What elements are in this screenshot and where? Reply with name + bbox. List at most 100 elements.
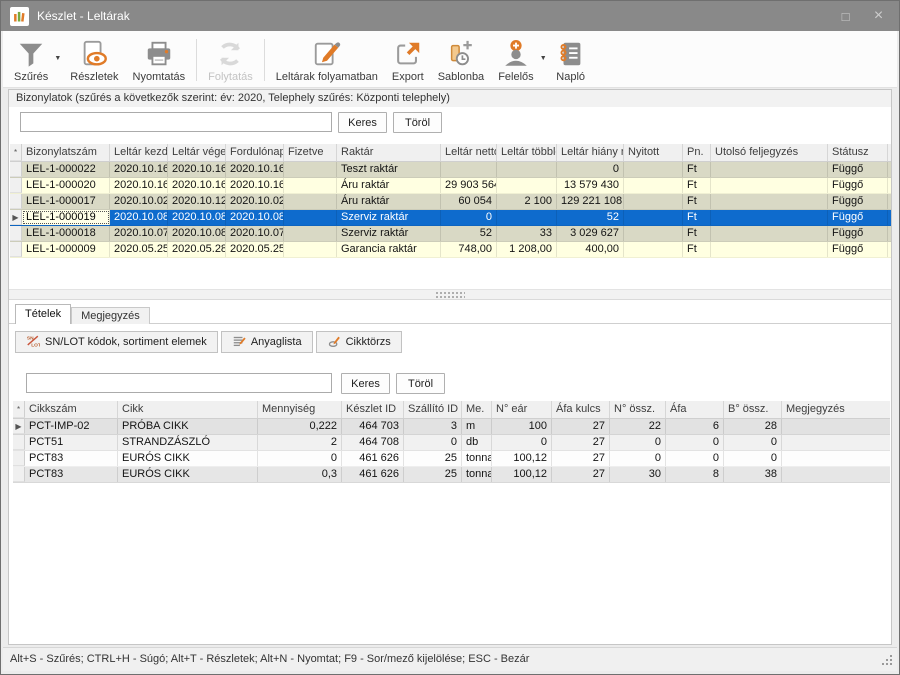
grid-cell[interactable]	[497, 178, 557, 193]
grid-cell[interactable]: PCT51	[25, 435, 118, 450]
column-header[interactable]: Cikk	[118, 401, 258, 418]
column-header[interactable]: Raktár	[337, 144, 441, 161]
grid-cell[interactable]: 27	[552, 419, 610, 434]
toolbar-felelos[interactable]: ▼Felelős	[491, 34, 548, 87]
tab-tetelek[interactable]: Tételek	[15, 304, 71, 324]
column-header[interactable]: Me.	[462, 401, 492, 418]
search-button-items[interactable]: Keres	[341, 373, 390, 394]
grid-cell[interactable]	[284, 210, 337, 225]
grid-cell[interactable]: PCT-IMP-02	[25, 419, 118, 434]
grid-cell[interactable]: 52	[557, 210, 624, 225]
grid-cell[interactable]	[284, 178, 337, 193]
grid-cell[interactable]: Áru raktár	[337, 194, 441, 209]
toolbar-nyomtatas[interactable]: Nyomtatás	[126, 34, 193, 87]
grid-cell[interactable]: 0	[557, 162, 624, 177]
column-header[interactable]: Áfa	[666, 401, 724, 418]
grid-cell[interactable]: 8	[666, 467, 724, 482]
grid-row[interactable]: ▶PCT-IMP-02PRÓBA CIKK0,222464 7033m10027…	[13, 419, 890, 435]
grid-cell[interactable]: LEL-1-000022	[22, 162, 110, 177]
search-input-documents[interactable]	[20, 112, 332, 132]
grid-cell[interactable]: 2020.05.25	[110, 242, 168, 257]
chevron-down-icon[interactable]: ▼	[54, 55, 61, 62]
grid-cell[interactable]: 748,00	[441, 242, 497, 257]
grid-cell[interactable]: 0	[610, 435, 666, 450]
grid-cell[interactable]	[711, 194, 828, 209]
grid-cell[interactable]: 400,00	[557, 242, 624, 257]
clear-button-documents[interactable]: Töröl	[393, 112, 442, 133]
grid-cell[interactable]: 27	[552, 467, 610, 482]
grid-cell[interactable]: 60 054	[441, 194, 497, 209]
grid-cell[interactable]: 2020.05.25	[226, 242, 284, 257]
grid-cell[interactable]: 3	[404, 419, 462, 434]
toolbar-leltarak-folyamatban[interactable]: Leltárak folyamatban	[269, 34, 385, 87]
grid-cell[interactable]: 3 029 627	[557, 226, 624, 241]
splitter[interactable]	[9, 289, 891, 300]
grid-cell[interactable]: EURÓS CIKK	[118, 451, 258, 466]
grid-cell[interactable]: 27	[552, 435, 610, 450]
grid-cell[interactable]: PCT83	[25, 467, 118, 482]
grid-cell[interactable]: LEL-1-000017	[22, 194, 110, 209]
detail-button[interactable]: Cikktörzs	[316, 331, 402, 353]
grid-cell[interactable]: Szerviz raktár	[337, 210, 441, 225]
grid-row[interactable]: PCT83EURÓS CIKK0,3461 62625tonna100,1227…	[13, 467, 890, 483]
grid-cell[interactable]: 2 100	[497, 194, 557, 209]
toolbar-reszletek[interactable]: Részletek	[63, 34, 125, 87]
grid-cell[interactable]: 33	[497, 226, 557, 241]
grid-cell[interactable]: 0	[724, 435, 782, 450]
grid-cell[interactable]: Függő	[828, 194, 888, 209]
grid-cell[interactable]: Függő	[828, 162, 888, 177]
grid-cell[interactable]: Ft	[683, 194, 711, 209]
grid-cell[interactable]	[441, 162, 497, 177]
resize-grip[interactable]	[881, 654, 893, 666]
grid-cell[interactable]	[284, 226, 337, 241]
grid-cell[interactable]	[624, 226, 683, 241]
close-button[interactable]: ×	[862, 1, 895, 31]
grid-cell[interactable]: 464 708	[342, 435, 404, 450]
grid-cell[interactable]: 2020.10.16	[168, 178, 226, 193]
grid-cell[interactable]: 461 626	[342, 451, 404, 466]
toolbar-sablonba[interactable]: Sablonba	[431, 34, 492, 87]
grid-cell[interactable]	[624, 242, 683, 257]
column-header[interactable]: Szállító ID	[404, 401, 462, 418]
grid-cell[interactable]: 2020.10.16	[226, 162, 284, 177]
grid-cell[interactable]: 2020.10.07	[226, 226, 284, 241]
grid-cell[interactable]: Függő	[828, 210, 888, 225]
grid-cell[interactable]: 0	[258, 451, 342, 466]
column-header[interactable]: Utolsó feljegyzés	[711, 144, 828, 161]
grid-row[interactable]: PCT51STRANDZÁSZLÓ2464 7080db027000	[13, 435, 890, 451]
maximize-button[interactable]: □	[829, 1, 862, 31]
grid-cell[interactable]: 2020.05.28	[168, 242, 226, 257]
grid-cell[interactable]: Ft	[683, 178, 711, 193]
grid-cell[interactable]: 22	[610, 419, 666, 434]
toolbar-naplo[interactable]: Napló	[549, 34, 593, 87]
clear-button-items[interactable]: Töröl	[396, 373, 445, 394]
grid-cell[interactable]: 0	[492, 435, 552, 450]
grid-row[interactable]: LEL-1-0000172020.10.022020.10.122020.10.…	[10, 194, 891, 210]
grid-cell[interactable]: 0	[404, 435, 462, 450]
grid-cell[interactable]: 38	[724, 467, 782, 482]
grid-row[interactable]: LEL-1-0000182020.10.072020.10.082020.10.…	[10, 226, 891, 242]
grid-row[interactable]: LEL-1-0000222020.10.162020.10.162020.10.…	[10, 162, 891, 178]
grid-cell[interactable]: 2020.10.08	[226, 210, 284, 225]
grid-cell[interactable]: 0	[666, 451, 724, 466]
column-header[interactable]: Megjegyzés	[782, 401, 892, 418]
grid-cell[interactable]: 25	[404, 467, 462, 482]
chevron-down-icon[interactable]: ▼	[540, 55, 547, 62]
grid-cell[interactable]: LEL-1-000019	[22, 210, 110, 225]
grid-cell[interactable]: 100,12	[492, 451, 552, 466]
column-header[interactable]: Fizetve	[284, 144, 337, 161]
grid-cell[interactable]: 461 626	[342, 467, 404, 482]
column-header[interactable]: Bizonylatszám	[22, 144, 110, 161]
search-input-items[interactable]	[26, 373, 332, 393]
tab-megjegyzes[interactable]: Megjegyzés	[71, 307, 150, 324]
grid-cell[interactable]: m	[462, 419, 492, 434]
column-header[interactable]: Pn.	[683, 144, 711, 161]
grid-cell[interactable]	[711, 178, 828, 193]
grid-cell[interactable]: Ft	[683, 226, 711, 241]
grid-cell[interactable]	[782, 435, 892, 450]
column-header[interactable]: Leltár vége	[168, 144, 226, 161]
grid-cell[interactable]: 27	[552, 451, 610, 466]
grid-cell[interactable]: 25	[404, 451, 462, 466]
grid-cell[interactable]: 0	[610, 451, 666, 466]
grid-cell[interactable]: 28	[724, 419, 782, 434]
